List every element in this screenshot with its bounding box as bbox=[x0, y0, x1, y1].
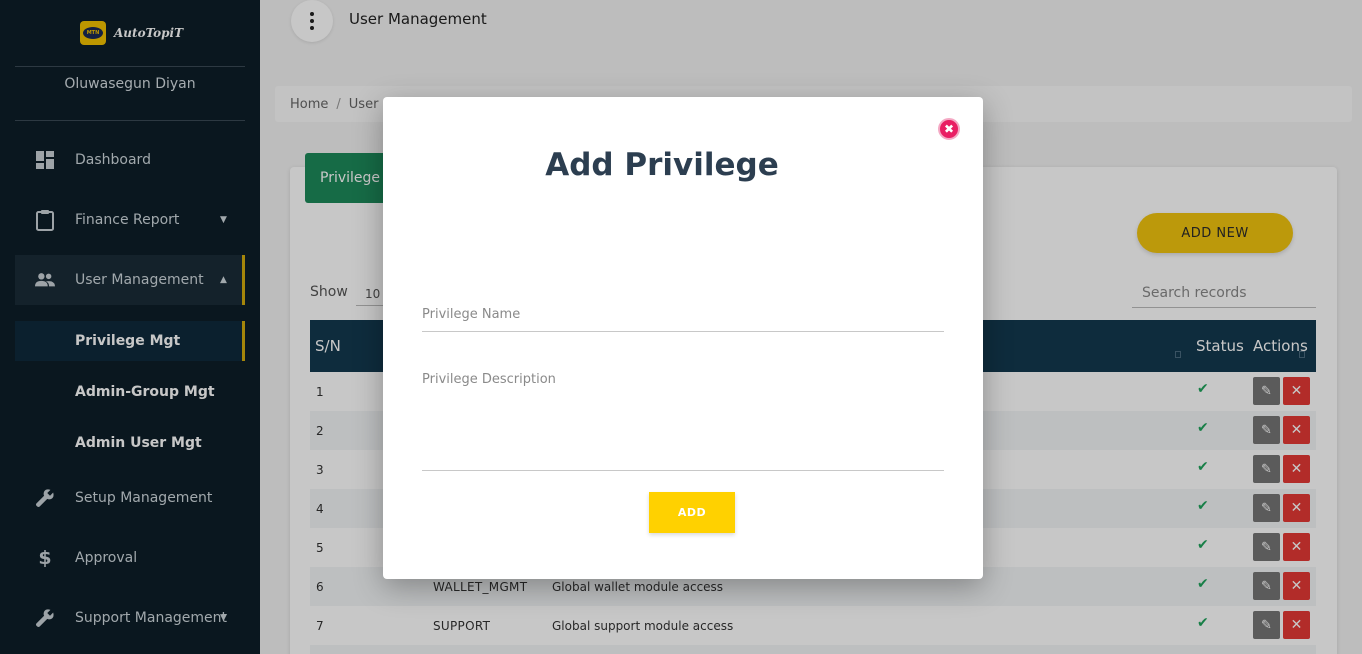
modal-title: Add Privilege bbox=[545, 147, 779, 183]
add-button[interactable]: ADD bbox=[649, 492, 735, 533]
privilege-name-underline bbox=[422, 331, 944, 332]
add-privilege-modal: ✖ Add Privilege Privilege Name Privilege… bbox=[383, 97, 983, 579]
privilege-description-field[interactable]: Privilege Description bbox=[422, 372, 556, 387]
privilege-description-underline bbox=[422, 470, 944, 471]
close-icon[interactable]: ✖ bbox=[938, 118, 960, 140]
privilege-name-field[interactable]: Privilege Name bbox=[422, 307, 520, 322]
